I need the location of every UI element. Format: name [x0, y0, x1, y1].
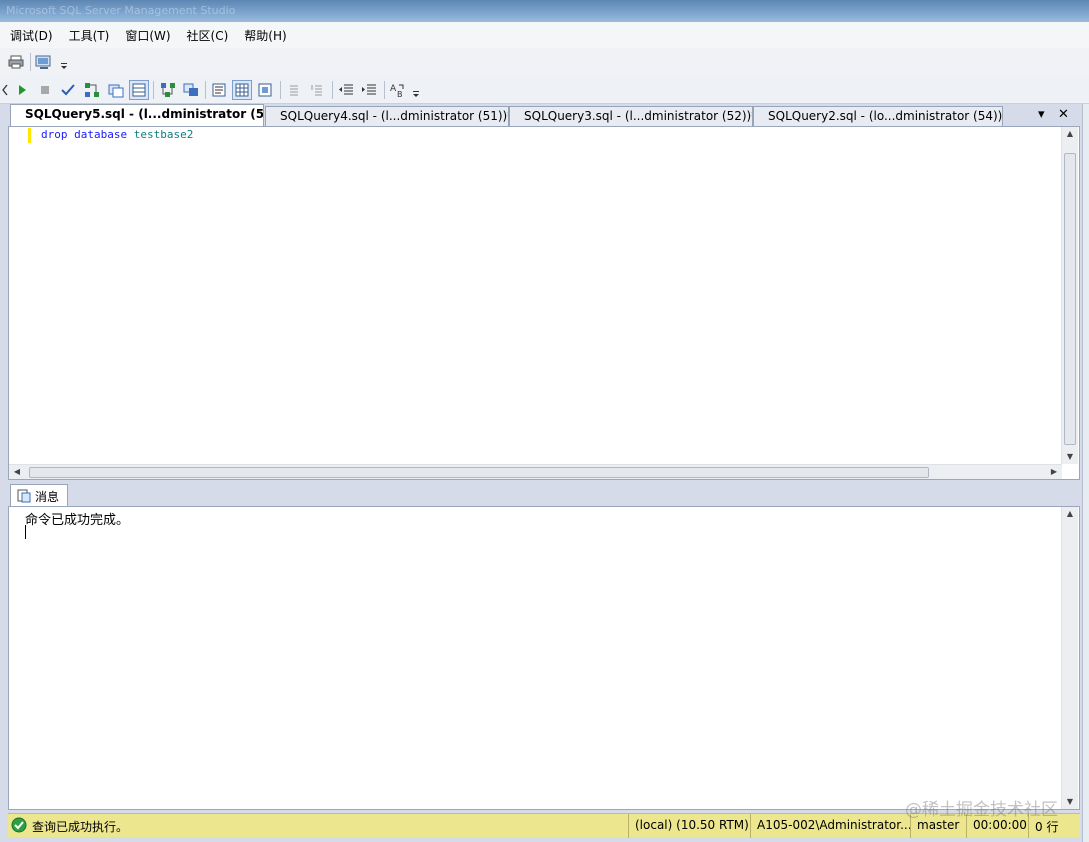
toolbar-overflow-icon[interactable]	[60, 54, 68, 72]
print-icon[interactable]	[6, 52, 26, 72]
svg-text:B: B	[397, 90, 403, 98]
results-pane[interactable]: 命令已成功完成。 ▲ ▼	[8, 506, 1080, 810]
increase-indent-icon[interactable]	[359, 80, 379, 100]
sql-editor-toolbar: AB	[0, 76, 1089, 104]
tab-sqlquery4[interactable]: SQLQuery4.sql - (l...dministrator (51))*	[265, 106, 509, 126]
tab-sqlquery3[interactable]: SQLQuery3.sql - (l...dministrator (52))*	[509, 106, 753, 126]
editor-hscroll-thumb[interactable]	[29, 467, 929, 478]
toolbar-separator	[153, 81, 154, 99]
menu-debug[interactable]: 调试(D)	[4, 24, 59, 47]
include-plan-icon[interactable]	[158, 80, 178, 100]
toolbar-separator	[384, 81, 385, 99]
scroll-right-arrow-icon[interactable]: ▶	[1046, 465, 1062, 479]
menu-bar: 调试(D) 工具(T) 窗口(W) 社区(C) 帮助(H)	[0, 22, 1089, 48]
specify-template-values-icon[interactable]: AB	[388, 80, 408, 100]
parse-checkmark-icon[interactable]	[58, 80, 78, 100]
result-message: 命令已成功完成。	[25, 513, 130, 528]
success-check-icon	[11, 817, 27, 833]
execute-icon[interactable]	[12, 80, 32, 100]
window-title: Microsoft SQL Server Management Studio	[6, 4, 236, 17]
results-to-text-icon[interactable]	[209, 80, 229, 100]
toolbar-separator	[280, 81, 281, 99]
menu-community[interactable]: 社区(C)	[181, 24, 235, 47]
side-panel-edge	[1082, 104, 1089, 842]
tab-sqlquery2[interactable]: SQLQuery2.sql - (lo...dministrator (54))…	[753, 106, 1003, 126]
menu-window[interactable]: 窗口(W)	[119, 24, 176, 47]
tab-list-dropdown-icon[interactable]: ▾	[1038, 107, 1045, 122]
estimated-plan-icon[interactable]	[82, 80, 102, 100]
toolbar-clipped-icon	[0, 80, 10, 100]
tab-sqlquery5[interactable]: SQLQuery5.sql - (l...dministrator (53))*	[10, 104, 264, 126]
query-editor[interactable]: drop database testbase2 ▲ ▼ ◀ ▶	[8, 126, 1080, 480]
code-line[interactable]: drop database testbase2	[41, 128, 193, 141]
status-user: A105-002\Administrator...	[750, 814, 910, 838]
tab-messages[interactable]: 消息	[10, 484, 69, 506]
query-designer-icon[interactable]	[106, 80, 126, 100]
menu-tools[interactable]: 工具(T)	[63, 24, 116, 47]
editor-vertical-scrollbar[interactable]: ▲ ▼	[1061, 127, 1078, 464]
close-tab-icon[interactable]: ✕	[1058, 107, 1069, 122]
toolbar-separator	[332, 81, 333, 99]
status-text: 查询已成功执行。	[32, 820, 129, 834]
results-to-file-icon[interactable]	[255, 80, 275, 100]
scroll-down-arrow-icon[interactable]: ▼	[1062, 795, 1078, 809]
display-options-icon[interactable]	[34, 52, 54, 72]
watermark: @稀土掘金技术社区	[905, 800, 1058, 820]
results-vertical-scrollbar[interactable]: ▲ ▼	[1061, 507, 1078, 809]
messages-icon	[17, 489, 31, 503]
toolbar-overflow-icon[interactable]	[412, 82, 420, 100]
scroll-left-arrow-icon[interactable]: ◀	[9, 465, 25, 479]
status-server: (local) (10.50 RTM)	[628, 814, 750, 838]
standard-toolbar	[0, 48, 1089, 76]
scroll-up-arrow-icon[interactable]: ▲	[1062, 127, 1078, 141]
scroll-up-arrow-icon[interactable]: ▲	[1062, 507, 1078, 521]
editor-vscroll-thumb[interactable]	[1064, 153, 1076, 445]
editor-horizontal-scrollbar[interactable]: ◀ ▶	[9, 464, 1062, 479]
change-marker	[28, 128, 31, 143]
document-tab-strip: SQLQuery5.sql - (l...dministrator (53))*…	[8, 104, 1080, 126]
toolbar-separator	[30, 53, 31, 71]
messages-tab-label: 消息	[35, 490, 60, 504]
results-to-grid-icon[interactable]	[129, 80, 149, 100]
menu-help[interactable]: 帮助(H)	[238, 24, 292, 47]
keyword-drop: drop	[41, 128, 68, 141]
decrease-indent-icon[interactable]	[336, 80, 356, 100]
toolbar-separator	[205, 81, 206, 99]
database-name: testbase2	[133, 128, 194, 141]
client-statistics-icon[interactable]	[181, 80, 201, 100]
scroll-down-arrow-icon[interactable]: ▼	[1062, 450, 1078, 464]
cancel-query-icon[interactable]	[35, 80, 55, 100]
svg-text:A: A	[390, 84, 397, 94]
keyword-database: database	[74, 128, 128, 141]
text-caret	[25, 525, 26, 539]
comment-out-icon[interactable]	[284, 80, 304, 100]
title-bar: Microsoft SQL Server Management Studio	[0, 0, 1089, 22]
results-grid-icon[interactable]	[232, 80, 252, 100]
uncomment-icon[interactable]	[307, 80, 327, 100]
